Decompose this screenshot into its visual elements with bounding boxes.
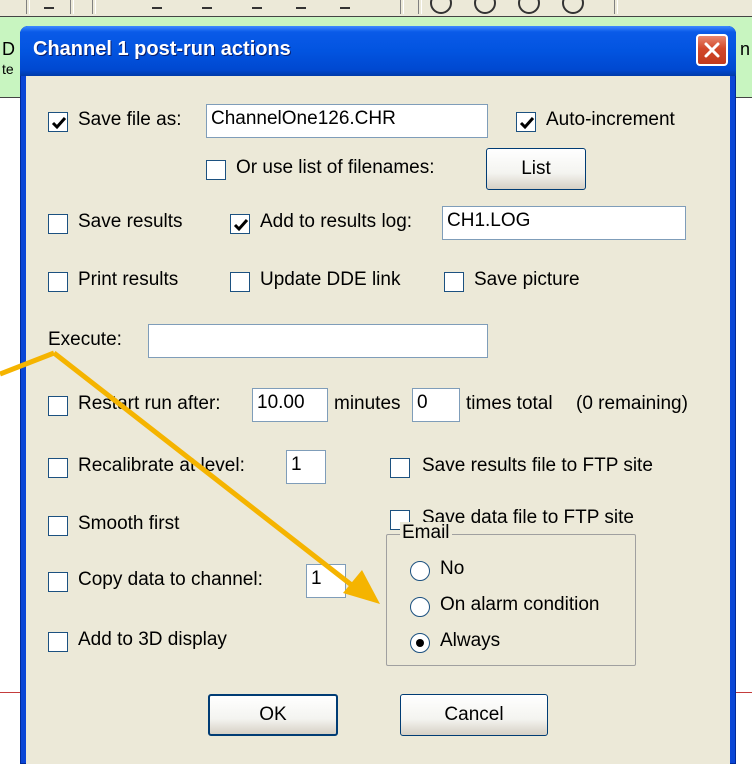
smooth-first-checkbox[interactable] bbox=[48, 516, 68, 536]
copy-channel-input[interactable]: 1 bbox=[306, 564, 346, 598]
toolbar-icon[interactable] bbox=[152, 0, 162, 9]
smooth-first-label: Smooth first bbox=[78, 513, 180, 534]
minutes-label: minutes bbox=[334, 393, 401, 414]
copy-data-checkbox[interactable] bbox=[48, 572, 68, 592]
execute-label: Execute: bbox=[48, 329, 122, 350]
save-results-checkbox[interactable] bbox=[48, 214, 68, 234]
restart-run-checkbox[interactable] bbox=[48, 396, 68, 416]
auto-increment-label: Auto-increment bbox=[546, 109, 675, 130]
copy-data-label: Copy data to channel: bbox=[78, 569, 263, 590]
checkmark-icon bbox=[51, 117, 67, 130]
email-radio-no[interactable] bbox=[410, 561, 430, 581]
email-option-label: On alarm condition bbox=[440, 594, 600, 615]
email-option-label: No bbox=[440, 558, 465, 579]
dialog-client-area: Save file as: ChannelOne126.CHR Auto-inc… bbox=[26, 76, 730, 764]
add-to-log-label: Add to results log: bbox=[260, 211, 413, 232]
save-data-ftp-label: Save data file to FTP site bbox=[422, 507, 634, 528]
add-3d-checkbox[interactable] bbox=[48, 632, 68, 652]
use-list-label: Or use list of filenames: bbox=[236, 157, 435, 178]
recalibrate-label: Recalibrate at level: bbox=[78, 455, 245, 476]
save-results-ftp-checkbox[interactable] bbox=[390, 458, 410, 478]
remaining-label: (0 remaining) bbox=[576, 393, 688, 414]
toolbar-icon[interactable] bbox=[296, 0, 306, 9]
toolbar-separator bbox=[614, 0, 618, 14]
close-icon bbox=[704, 42, 720, 58]
toolbar-separator bbox=[26, 0, 30, 14]
email-radio-alarm[interactable] bbox=[410, 597, 430, 617]
toolbar-circle-icon[interactable] bbox=[562, 0, 584, 14]
save-file-name-input[interactable]: ChannelOne126.CHR bbox=[206, 104, 488, 138]
list-button[interactable]: List bbox=[486, 148, 586, 190]
update-dde-label: Update DDE link bbox=[260, 269, 401, 290]
results-log-input[interactable]: CH1.LOG bbox=[442, 206, 686, 240]
toolbar-circle-icon[interactable] bbox=[430, 0, 452, 14]
email-option-label: Always bbox=[440, 630, 501, 651]
update-dde-checkbox[interactable] bbox=[230, 272, 250, 292]
close-button[interactable] bbox=[696, 34, 728, 66]
add-3d-label: Add to 3D display bbox=[78, 629, 227, 650]
save-file-label: Save file as: bbox=[78, 109, 182, 130]
recalibrate-level-input[interactable]: 1 bbox=[286, 450, 326, 484]
toolbar-icon[interactable] bbox=[44, 0, 54, 9]
email-radio-always[interactable] bbox=[410, 633, 430, 653]
use-list-checkbox[interactable] bbox=[206, 160, 226, 180]
toolbar-separator bbox=[418, 0, 422, 14]
dialog-titlebar[interactable]: Channel 1 post-run actions bbox=[20, 26, 736, 76]
dialog-title: Channel 1 post-run actions bbox=[33, 38, 291, 60]
post-run-actions-dialog: Channel 1 post-run actions Save file as:… bbox=[20, 26, 736, 764]
checkmark-icon bbox=[519, 117, 535, 130]
toolbar-icon[interactable] bbox=[252, 0, 262, 9]
save-picture-checkbox[interactable] bbox=[444, 272, 464, 292]
host-text: n bbox=[740, 39, 751, 59]
email-group-legend: Email bbox=[400, 522, 452, 544]
toolbar-icon[interactable] bbox=[340, 0, 350, 9]
toolbar-icon[interactable] bbox=[202, 0, 212, 9]
save-results-ftp-label: Save results file to FTP site bbox=[422, 455, 653, 476]
ok-button[interactable]: OK bbox=[208, 694, 338, 736]
host-toolbar bbox=[0, 0, 752, 17]
toolbar-separator bbox=[70, 0, 74, 14]
times-total-label: times total bbox=[466, 393, 553, 414]
restart-minutes-input[interactable]: 10.00 bbox=[252, 388, 328, 422]
print-results-checkbox[interactable] bbox=[48, 272, 68, 292]
save-file-checkbox[interactable] bbox=[48, 112, 68, 132]
save-results-label: Save results bbox=[78, 211, 183, 232]
add-to-log-checkbox[interactable] bbox=[230, 214, 250, 234]
toolbar-separator bbox=[400, 0, 404, 14]
host-text: D bbox=[2, 39, 15, 59]
host-text: te bbox=[2, 61, 14, 77]
restart-times-input[interactable]: 0 bbox=[412, 388, 460, 422]
recalibrate-checkbox[interactable] bbox=[48, 458, 68, 478]
restart-run-label: Restart run after: bbox=[78, 393, 221, 414]
auto-increment-checkbox[interactable] bbox=[516, 112, 536, 132]
save-picture-label: Save picture bbox=[474, 269, 580, 290]
radio-dot-icon bbox=[416, 639, 424, 647]
print-results-label: Print results bbox=[78, 269, 179, 290]
toolbar-separator bbox=[92, 0, 96, 14]
cancel-button[interactable]: Cancel bbox=[400, 694, 548, 736]
toolbar-circle-icon[interactable] bbox=[474, 0, 496, 14]
execute-input[interactable] bbox=[148, 324, 488, 358]
checkmark-icon bbox=[233, 219, 249, 232]
toolbar-circle-icon[interactable] bbox=[518, 0, 540, 14]
